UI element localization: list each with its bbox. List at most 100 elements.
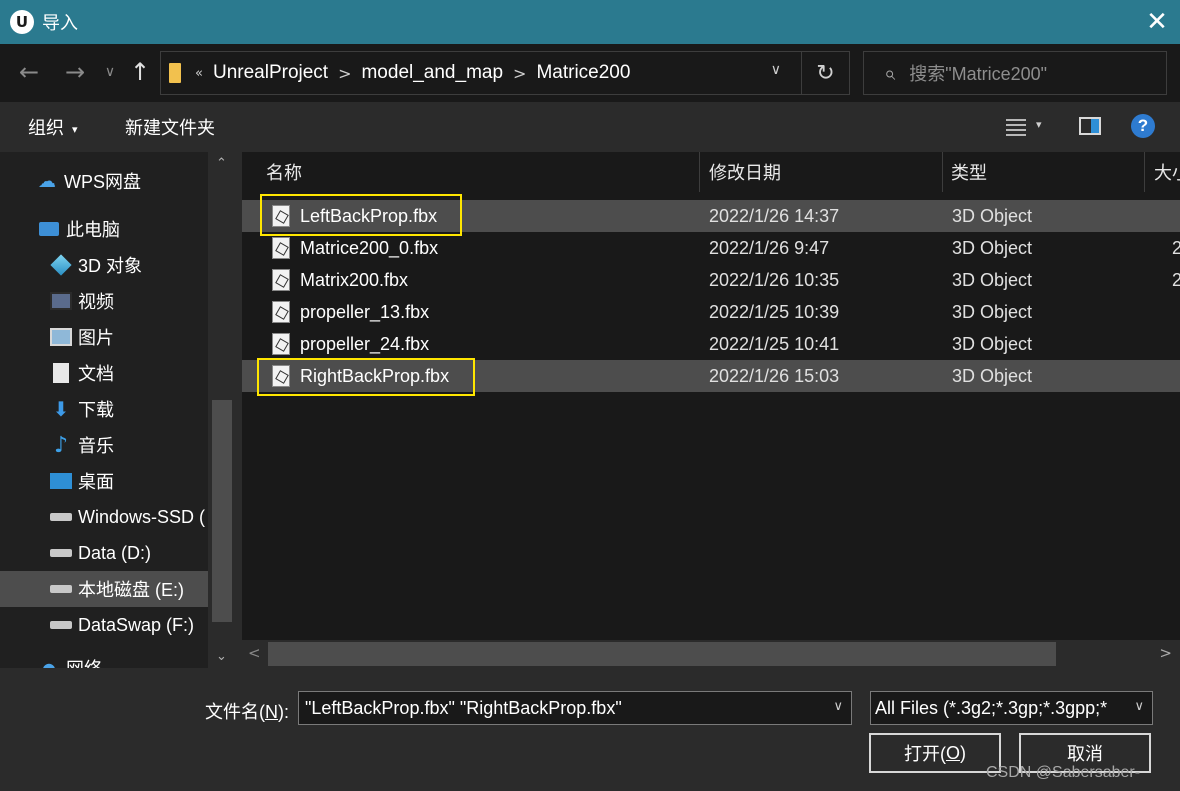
- documents-icon: [50, 362, 72, 384]
- column-header-label: 类型: [951, 163, 987, 183]
- sidebar-item-network[interactable]: ● 网络: [38, 650, 102, 669]
- organize-menu-button[interactable]: 组织 ▾: [28, 114, 78, 140]
- address-bar[interactable]: « UnrealProject > model_and_map > Matric…: [160, 51, 850, 95]
- pictures-icon: [50, 326, 72, 348]
- sidebar-item-label: 网络: [66, 655, 102, 668]
- drive-icon: [50, 578, 72, 600]
- address-dropdown-icon[interactable]: ∨: [771, 62, 781, 78]
- file-name-cell: Matrix200.fbx: [272, 264, 408, 296]
- up-arrow-icon[interactable]: ↑: [126, 54, 154, 90]
- file-size: 2: [1172, 237, 1180, 258]
- selection-highlight-box: [257, 358, 475, 396]
- sidebar-item-label: 文档: [78, 364, 114, 384]
- file-modified: 2022/1/25 10:39: [709, 301, 840, 322]
- sidebar-item-wps-cloud[interactable]: ☁ WPS网盘: [36, 163, 141, 199]
- scroll-down-icon[interactable]: ⌄: [216, 649, 227, 664]
- sidebar-item-data-d[interactable]: Data (D:): [50, 535, 151, 571]
- column-header-size[interactable]: 大小: [1154, 152, 1180, 192]
- file-type-filter-select[interactable]: All Files (*.3g2;*.3gp;*.3gpp;* ∨: [870, 691, 1153, 725]
- chevron-down-icon[interactable]: ∨: [833, 699, 843, 714]
- column-divider[interactable]: [1144, 152, 1145, 192]
- sidebar-item-downloads[interactable]: ⬇ 下载: [50, 391, 114, 427]
- recent-locations-chevron-icon[interactable]: ∨: [98, 54, 122, 90]
- search-input[interactable]: ⌕ 搜索"Matrice200": [863, 51, 1167, 95]
- file-list: 名称 ^ 修改日期 类型 大小 LeftBackProp.fbx 2022/1/…: [242, 152, 1180, 668]
- view-options-chevron-icon[interactable]: ▾: [1036, 118, 1042, 131]
- filename-label-accesskey: N: [265, 702, 278, 722]
- file-name: propeller_13.fbx: [300, 301, 430, 322]
- file-row[interactable]: propeller_13.fbx 2022/1/25 10:39 3D Obje…: [242, 296, 1180, 328]
- preview-pane-icon[interactable]: [1079, 117, 1101, 135]
- new-folder-button[interactable]: 新建文件夹: [125, 114, 215, 140]
- breadcrumb-model-and-map[interactable]: model_and_map: [361, 62, 503, 84]
- help-icon[interactable]: ?: [1131, 114, 1155, 138]
- sidebar-item-label: Data (D:): [78, 542, 152, 563]
- file-row[interactable]: propeller_24.fbx 2022/1/25 10:41 3D Obje…: [242, 328, 1180, 360]
- back-arrow-icon[interactable]: ←: [12, 54, 46, 90]
- sidebar-item-local-disk-e[interactable]: 本地磁盘 (E:): [0, 571, 208, 607]
- open-button-label-end: ): [960, 742, 966, 763]
- sidebar-scrollbar[interactable]: ⌃ ⌄: [208, 152, 237, 668]
- file-row[interactable]: Matrix200.fbx 2022/1/26 10:35 3D Object …: [242, 264, 1180, 296]
- chevron-down-icon: ▾: [72, 122, 78, 136]
- scroll-right-icon[interactable]: >: [1159, 644, 1172, 662]
- watermark: CSDN @Sabersaber-: [986, 764, 1141, 781]
- sidebar-item-this-pc[interactable]: 此电脑: [38, 211, 120, 247]
- close-button[interactable]: ✕: [1134, 0, 1180, 44]
- video-icon: [50, 290, 72, 312]
- file-type: 3D Object: [952, 269, 1033, 290]
- breadcrumb-unrealproject[interactable]: UnrealProject: [213, 62, 328, 84]
- address-row: ← → ∨ ↑ « UnrealProject > model_and_map …: [0, 44, 1180, 102]
- sidebar-item-pictures[interactable]: 图片: [50, 319, 114, 355]
- horizontal-scrollbar[interactable]: < >: [242, 640, 1180, 668]
- column-header-name[interactable]: 名称: [266, 152, 696, 192]
- overflow-chevron-icon[interactable]: «: [195, 66, 203, 81]
- open-button-accesskey: O: [945, 742, 960, 763]
- filename-field[interactable]: "LeftBackProp.fbx" "RightBackProp.fbx" ∨: [298, 691, 852, 725]
- sidebar-item-label: 图片: [78, 328, 114, 348]
- breadcrumb-separator-icon[interactable]: >: [338, 64, 351, 83]
- sidebar-item-videos[interactable]: 视频: [50, 283, 114, 319]
- refresh-icon[interactable]: ↻: [801, 52, 849, 94]
- sidebar-item-label: Windows-SSD (: [78, 506, 206, 527]
- forward-arrow-icon[interactable]: →: [60, 54, 90, 90]
- sidebar-item-desktop[interactable]: 桌面: [50, 463, 114, 499]
- 3d-file-icon: [272, 301, 290, 323]
- file-modified: 2022/1/26 9:47: [709, 237, 830, 258]
- sidebar-item-documents[interactable]: 文档: [50, 355, 114, 391]
- sidebar-item-music[interactable]: ♪ 音乐: [50, 427, 114, 463]
- search-placeholder: 搜索"Matrice200": [909, 64, 1048, 84]
- column-header-modified[interactable]: 修改日期: [709, 152, 939, 192]
- column-divider[interactable]: [699, 152, 700, 192]
- 3d-objects-icon: [50, 254, 72, 276]
- file-name-cell: Matrice200_0.fbx: [272, 232, 438, 264]
- sidebar-item-label: DataSwap (F:): [78, 614, 195, 635]
- selection-highlight-box: [260, 194, 462, 236]
- music-icon: ♪: [53, 432, 69, 458]
- scrollbar-thumb[interactable]: [268, 642, 1056, 666]
- filename-label-text-end: ):: [278, 702, 289, 722]
- sidebar-item-3d-objects[interactable]: 3D 对象: [50, 247, 142, 283]
- view-options-icon[interactable]: [1000, 116, 1026, 138]
- column-divider[interactable]: [942, 152, 943, 192]
- column-header-label: 名称: [266, 163, 302, 183]
- sidebar-item-label: WPS网盘: [64, 172, 142, 192]
- breadcrumb-matrice200[interactable]: Matrice200: [536, 62, 630, 84]
- open-button[interactable]: 打开(O): [869, 733, 1001, 773]
- sidebar-item-dataswap-f[interactable]: DataSwap (F:): [50, 607, 194, 643]
- chevron-down-icon[interactable]: ∨: [1130, 699, 1144, 714]
- scroll-left-icon[interactable]: <: [248, 644, 261, 662]
- file-row[interactable]: Matrice200_0.fbx 2022/1/26 9:47 3D Objec…: [242, 232, 1180, 264]
- scrollbar-thumb[interactable]: [212, 400, 232, 622]
- file-type: 3D Object: [952, 365, 1033, 386]
- sidebar-item-label: 此电脑: [66, 220, 120, 240]
- column-header-label: 大小: [1154, 163, 1180, 183]
- sidebar-item-windows-ssd[interactable]: Windows-SSD (: [50, 499, 205, 535]
- file-name: Matrice200_0.fbx: [300, 237, 439, 258]
- file-modified: 2022/1/26 14:37: [709, 205, 840, 226]
- column-header-type[interactable]: 类型: [951, 152, 1141, 192]
- breadcrumb-separator-icon[interactable]: >: [513, 64, 526, 83]
- folder-icon: [169, 63, 181, 83]
- scroll-up-icon[interactable]: ⌃: [216, 156, 227, 171]
- file-type-filter-value: All Files (*.3g2;*.3gp;*.3gpp;*: [875, 697, 1108, 718]
